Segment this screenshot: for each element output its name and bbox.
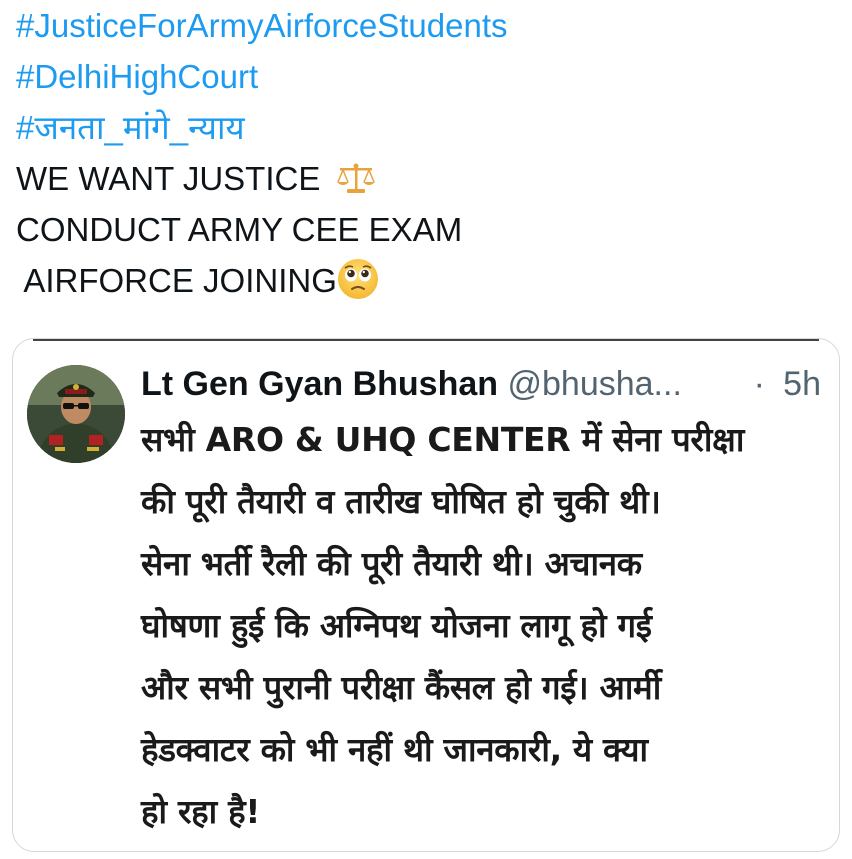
hashtag-line: #DelhiHighCourt <box>16 51 836 102</box>
tweet-line: WE WANT JUSTICE <box>16 153 836 204</box>
body-line: सभी ARO & UHQ CENTER में सेना परीक्षा <box>141 420 745 459</box>
tweet-text: #JusticeForArmyAirforceStudents #DelhiHi… <box>16 0 836 306</box>
body-line: और सभी पुरानी परीक्षा कैंसल हो गई। आर्मी <box>141 668 661 707</box>
timestamp[interactable]: 5h <box>783 359 821 409</box>
body-line: की पूरी तैयारी व तारीख घोषित हो चुकी थी। <box>141 482 661 521</box>
card-top-edge <box>33 339 819 341</box>
author-name[interactable]: Lt Gen Gyan Bhushan <box>141 365 498 403</box>
author-handle[interactable]: @bhusha... <box>508 365 682 403</box>
face-holding-back-tears-emoji-icon <box>337 258 379 314</box>
quoted-tweet-body: सभी ARO & UHQ CENTER में सेना परीक्षा की… <box>141 409 831 843</box>
body-line: सेना भर्ती रैली की पूरी तैयारी थी। अचानक <box>141 544 642 583</box>
body-line: हो रहा है! <box>141 792 261 831</box>
hashtag-link[interactable]: #JusticeForArmyAirforceStudents <box>16 7 508 44</box>
hashtag-line: #जनता_मांगे_न्याय <box>16 102 836 153</box>
hashtag-link[interactable]: #DelhiHighCourt <box>16 58 258 95</box>
scales-emoji-icon <box>336 159 376 210</box>
tweet-line: AIRFORCE JOINING <box>16 255 836 306</box>
body-line: घोषणा हुई कि अग्निपथ योजना लागू हो गई <box>141 606 652 645</box>
quoted-tweet-header: Lt Gen Gyan Bhushan @bhusha... · 5h <box>141 359 829 409</box>
tweet-line: CONDUCT ARMY CEE EXAM <box>16 204 836 255</box>
tweet-line-text: WE WANT JUSTICE <box>16 160 321 197</box>
hashtag-link[interactable]: #जनता_मांगे_न्याय <box>16 109 245 146</box>
separator-dot: · <box>753 365 765 403</box>
hashtag-line: #JusticeForArmyAirforceStudents <box>16 0 836 51</box>
quoted-tweet-card[interactable]: Lt Gen Gyan Bhushan @bhusha... · 5h सभी … <box>12 338 840 852</box>
avatar[interactable] <box>27 365 125 463</box>
tweet-line-text: AIRFORCE JOINING <box>16 262 337 299</box>
body-line: हेडक्वाटर को भी नहीं थी जानकारी, ये क्या <box>141 730 648 769</box>
tweet-line-text: CONDUCT ARMY CEE EXAM <box>16 211 463 248</box>
